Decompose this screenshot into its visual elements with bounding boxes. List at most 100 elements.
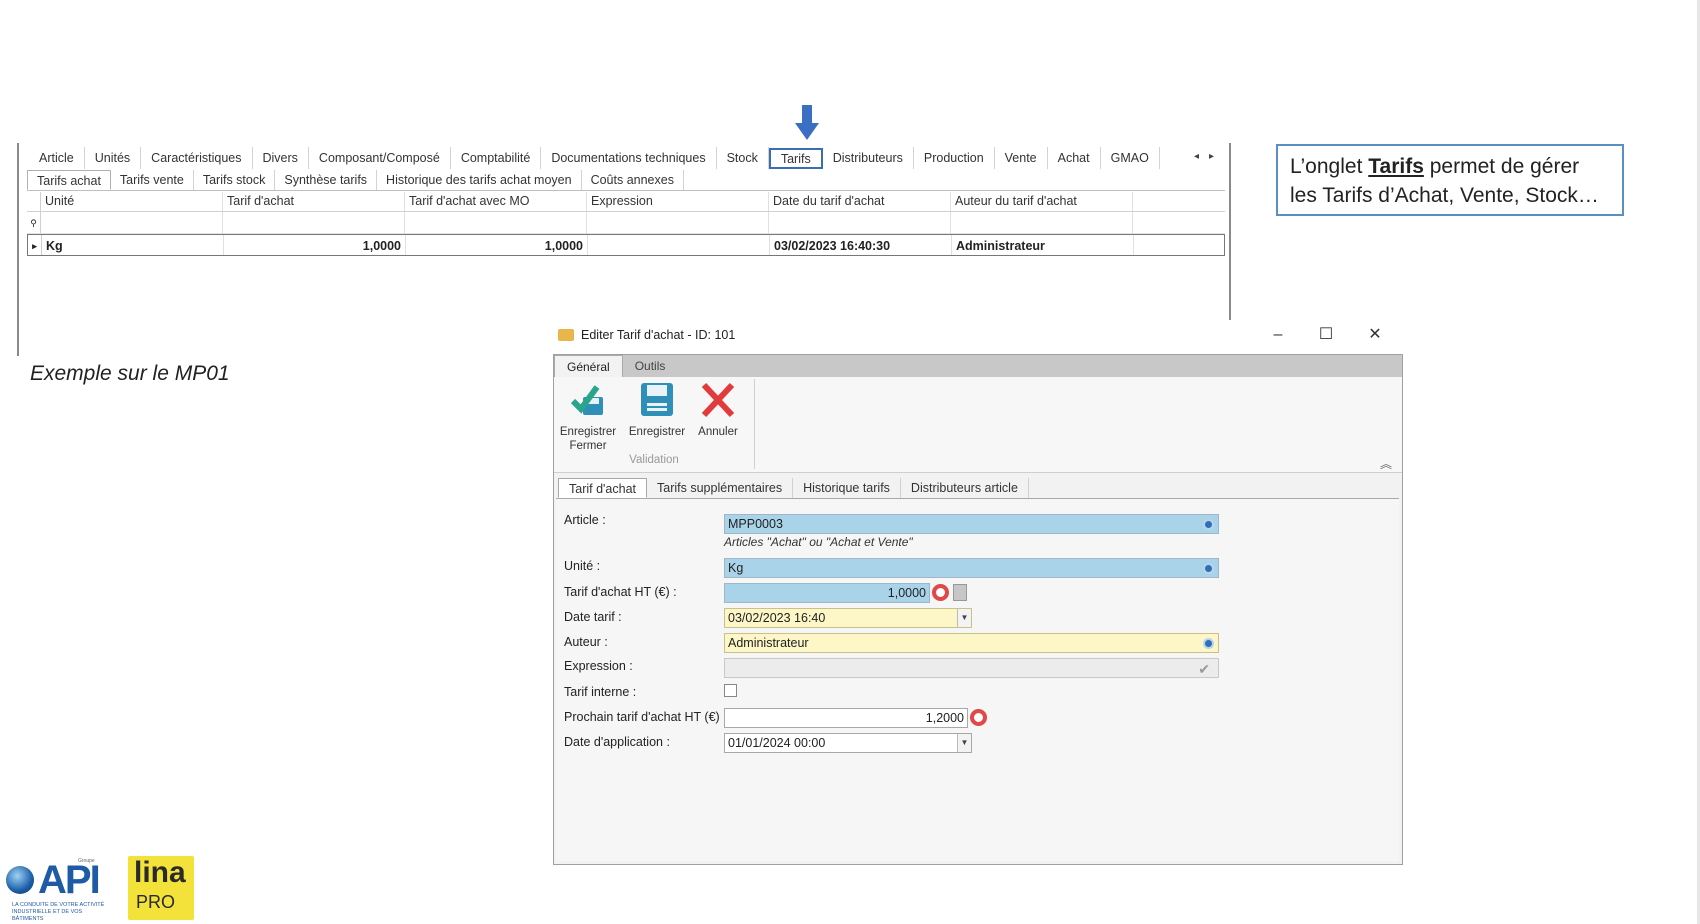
table-row[interactable]: ▸ Kg 1,0000 1,0000 03/02/2023 16:40:30 Admini…: [27, 234, 1225, 256]
prochain-tarif-field[interactable]: 1,2000: [724, 708, 968, 728]
save-close-label: Enregistrer Fermer: [559, 426, 617, 452]
callout-note: L’onglet Tarifs permet de gérer les Tari…: [1276, 144, 1624, 216]
prochain-tarif-value: 1,2000: [925, 711, 964, 725]
main-tab-achat[interactable]: Achat: [1048, 147, 1101, 169]
ribbon-collapse-icon[interactable]: ︽: [1380, 455, 1392, 472]
main-tab-composant-compos-[interactable]: Composant/Composé: [309, 147, 451, 169]
lina-wordmark: lina: [134, 856, 186, 889]
filter-cell[interactable]: [223, 212, 405, 233]
filter-cell[interactable]: [951, 212, 1133, 233]
main-tab-tarifs[interactable]: Tarifs: [768, 148, 823, 169]
chevron-down-icon[interactable]: ▼: [957, 734, 971, 752]
column-header[interactable]: Auteur du tarif d'achat: [951, 192, 1133, 211]
example-caption: Exemple sur le MP01: [30, 362, 230, 385]
validate-check-icon[interactable]: ✔: [1198, 660, 1210, 678]
ribbon-separator: [754, 379, 755, 469]
auteur-field[interactable]: Administrateur: [724, 633, 1219, 653]
dialog-body: Général Outils Enregistrer Fermer Enregi…: [553, 354, 1403, 865]
date-application-field[interactable]: 01/01/2024 00:00 ▼: [724, 733, 972, 753]
cancel-button[interactable]: Annuler: [690, 381, 746, 439]
auteur-value: Administrateur: [728, 636, 809, 650]
api-wordmark: API: [38, 858, 101, 902]
tarif-field[interactable]: 1,0000: [724, 583, 930, 603]
grid-body: ▸ Kg 1,0000 1,0000 03/02/2023 16:40:30 Admini…: [27, 234, 1225, 256]
table-cell[interactable]: [588, 235, 770, 255]
close-button[interactable]: ✕: [1362, 324, 1388, 346]
sub-tab-tarifs-vente[interactable]: Tarifs vente: [111, 170, 194, 190]
sub-tab-co-ts-annexes[interactable]: Coûts annexes: [582, 170, 684, 190]
table-cell[interactable]: 1,0000: [406, 235, 588, 255]
ribbon-tab-outils[interactable]: Outils: [623, 355, 678, 377]
api-logo: API Groupe LA CONDUITE DE VOTRE ACTIVITÉ…: [6, 858, 110, 922]
row-indicator-header: [27, 192, 41, 211]
column-header[interactable]: Tarif d'achat: [223, 192, 405, 211]
grid-header-row: Unité Tarif d'achat Tarif d'achat avec MO E…: [27, 192, 1225, 212]
api-tagline: LA CONDUITE DE VOTRE ACTIVITÉ INDUSTRIEL…: [12, 902, 105, 922]
column-header[interactable]: Date du tarif d'achat: [769, 192, 951, 211]
lifebuoy-icon[interactable]: [970, 709, 987, 726]
sub-tab-synth-se-tarifs[interactable]: Synthèse tarifs: [275, 170, 378, 190]
form-tab-tarif-achat[interactable]: Tarif d'achat: [558, 478, 648, 498]
table-cell[interactable]: Administrateur: [952, 235, 1134, 255]
lookup-icon[interactable]: [1203, 638, 1214, 649]
article-field[interactable]: MPP0003: [724, 514, 1219, 534]
minimize-button[interactable]: –: [1265, 324, 1291, 346]
lifebuoy-icon[interactable]: [932, 584, 949, 601]
tab-scroll-arrows[interactable]: ◂▸: [1194, 151, 1224, 162]
save-close-icon: [570, 385, 603, 415]
main-tab-gmao[interactable]: GMAO: [1101, 147, 1160, 169]
form-tab-distributeurs[interactable]: Distributeurs article: [901, 478, 1029, 498]
ribbon-tab-bar: Général Outils: [554, 355, 1402, 377]
main-tab-unit-s[interactable]: Unités: [85, 147, 142, 169]
save-close-button[interactable]: Enregistrer Fermer: [558, 381, 618, 453]
main-tab-vente[interactable]: Vente: [995, 147, 1048, 169]
main-tab-caract-ristiques[interactable]: Caractéristiques: [141, 147, 253, 169]
expression-field[interactable]: ✔: [724, 658, 1219, 678]
main-tab-documentations-techniques[interactable]: Documentations techniques: [541, 147, 717, 169]
save-button[interactable]: Enregistrer: [626, 381, 688, 439]
filter-cell[interactable]: [587, 212, 769, 233]
date-application-label: Date d'application :: [564, 735, 670, 749]
globe-icon: [6, 866, 34, 894]
lookup-icon[interactable]: [1203, 519, 1214, 530]
ribbon-tab-general[interactable]: Général: [554, 355, 623, 377]
sub-tab-tarifs-stock[interactable]: Tarifs stock: [194, 170, 276, 190]
sub-tab-tarifs-achat[interactable]: Tarifs achat: [27, 170, 111, 190]
main-tab-distributeurs[interactable]: Distributeurs: [823, 147, 914, 169]
main-tab-article[interactable]: Article: [29, 147, 85, 169]
table-cell[interactable]: Kg: [42, 235, 224, 255]
column-header[interactable]: Tarif d'achat avec MO: [405, 192, 587, 211]
unite-field[interactable]: Kg: [724, 558, 1219, 578]
filter-cell[interactable]: [769, 212, 951, 233]
grid-filter-row[interactable]: ⚲: [27, 212, 1225, 234]
chevron-down-icon[interactable]: ▼: [957, 609, 971, 627]
form-tab-bar: Tarif d'achat Tarifs supplémentaires His…: [558, 478, 1029, 498]
sub-tab-historique-des-tarifs-achat-moyen[interactable]: Historique des tarifs achat moyen: [377, 170, 582, 190]
expression-label: Expression :: [564, 659, 633, 673]
calculator-icon[interactable]: [953, 584, 967, 601]
form-tab-historique[interactable]: Historique tarifs: [793, 478, 901, 498]
date-tarif-field[interactable]: 03/02/2023 16:40 ▼: [724, 608, 972, 628]
filter-icon: ⚲: [27, 212, 41, 233]
column-header[interactable]: Unité: [41, 192, 223, 211]
form-tab-tarifs-supplementaires[interactable]: Tarifs supplémentaires: [647, 478, 794, 498]
edit-tarif-dialog: Editer Tarif d'achat - ID: 101 – ☐ ✕ Gén…: [552, 320, 1403, 865]
dialog-title: Editer Tarif d'achat - ID: 101: [581, 328, 736, 342]
filter-cell[interactable]: [405, 212, 587, 233]
filter-cell[interactable]: [41, 212, 223, 233]
cancel-x-icon: [701, 382, 735, 418]
main-tab-divers[interactable]: Divers: [253, 147, 309, 169]
main-tab-bar: Article Unités Caractéristiques Divers Compo…: [29, 147, 1160, 169]
main-tab-comptabilit-[interactable]: Comptabilité: [451, 147, 542, 169]
main-tab-production[interactable]: Production: [914, 147, 995, 169]
tarif-interne-checkbox[interactable]: [724, 684, 737, 697]
lookup-icon[interactable]: [1203, 563, 1214, 574]
column-header[interactable]: Expression: [587, 192, 769, 211]
main-tab-stock[interactable]: Stock: [717, 147, 769, 169]
table-cell[interactable]: 03/02/2023 16:40:30: [770, 235, 952, 255]
maximize-button[interactable]: ☐: [1313, 324, 1339, 346]
dialog-titlebar[interactable]: Editer Tarif d'achat - ID: 101 – ☐ ✕: [552, 320, 1402, 350]
callout-prefix: L’onglet: [1290, 155, 1369, 178]
unite-label: Unité :: [564, 559, 601, 573]
table-cell[interactable]: 1,0000: [224, 235, 406, 255]
